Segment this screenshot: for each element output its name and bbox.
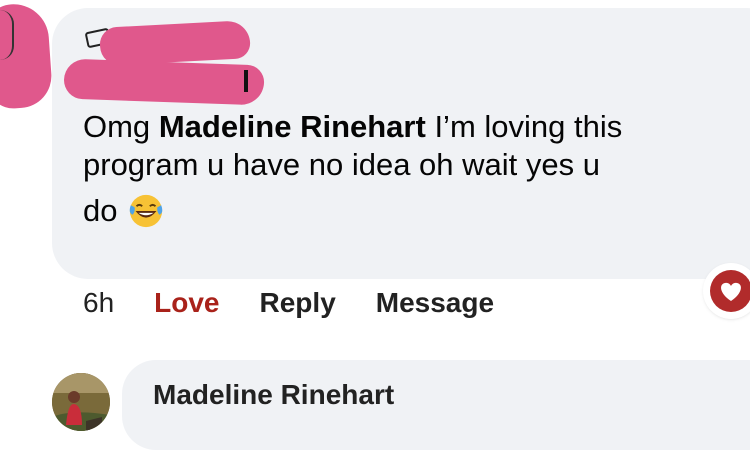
comment-actions: 6h Love Reply Message (83, 283, 534, 323)
commenter-name-redacted[interactable] (54, 20, 265, 106)
heart-icon (721, 282, 741, 301)
reaction-badge[interactable] (705, 265, 750, 317)
avatar-edge (0, 10, 14, 60)
comment-prefix: Omg (83, 109, 151, 144)
redaction-mark (63, 58, 265, 106)
avatar-photo (52, 373, 110, 431)
comment-line3-text: do (83, 193, 118, 228)
reply-author-avatar[interactable] (52, 373, 110, 431)
comment-timestamp[interactable]: 6h (83, 287, 114, 319)
love-button[interactable]: Love (154, 287, 219, 319)
mention-link[interactable]: Madeline Rinehart (159, 109, 426, 144)
message-button[interactable]: Message (376, 287, 494, 319)
comment-line-3: do (83, 192, 743, 230)
comment-line1-suffix: I’m loving this (434, 109, 623, 144)
heart-reaction (710, 270, 750, 312)
comment-line-2: program u have no idea oh wait yes u (83, 147, 600, 182)
comment-text: Omg Madeline Rinehart I’m loving this pr… (83, 108, 743, 230)
redaction-mark (99, 20, 251, 66)
redaction-edge (244, 70, 248, 92)
face-with-tears-of-joy-emoji (130, 194, 163, 228)
reply-author-name[interactable]: Madeline Rinehart (153, 379, 394, 411)
reply-button[interactable]: Reply (260, 287, 336, 319)
comment-line-1: Omg Madeline Rinehart I’m loving this (83, 108, 743, 146)
